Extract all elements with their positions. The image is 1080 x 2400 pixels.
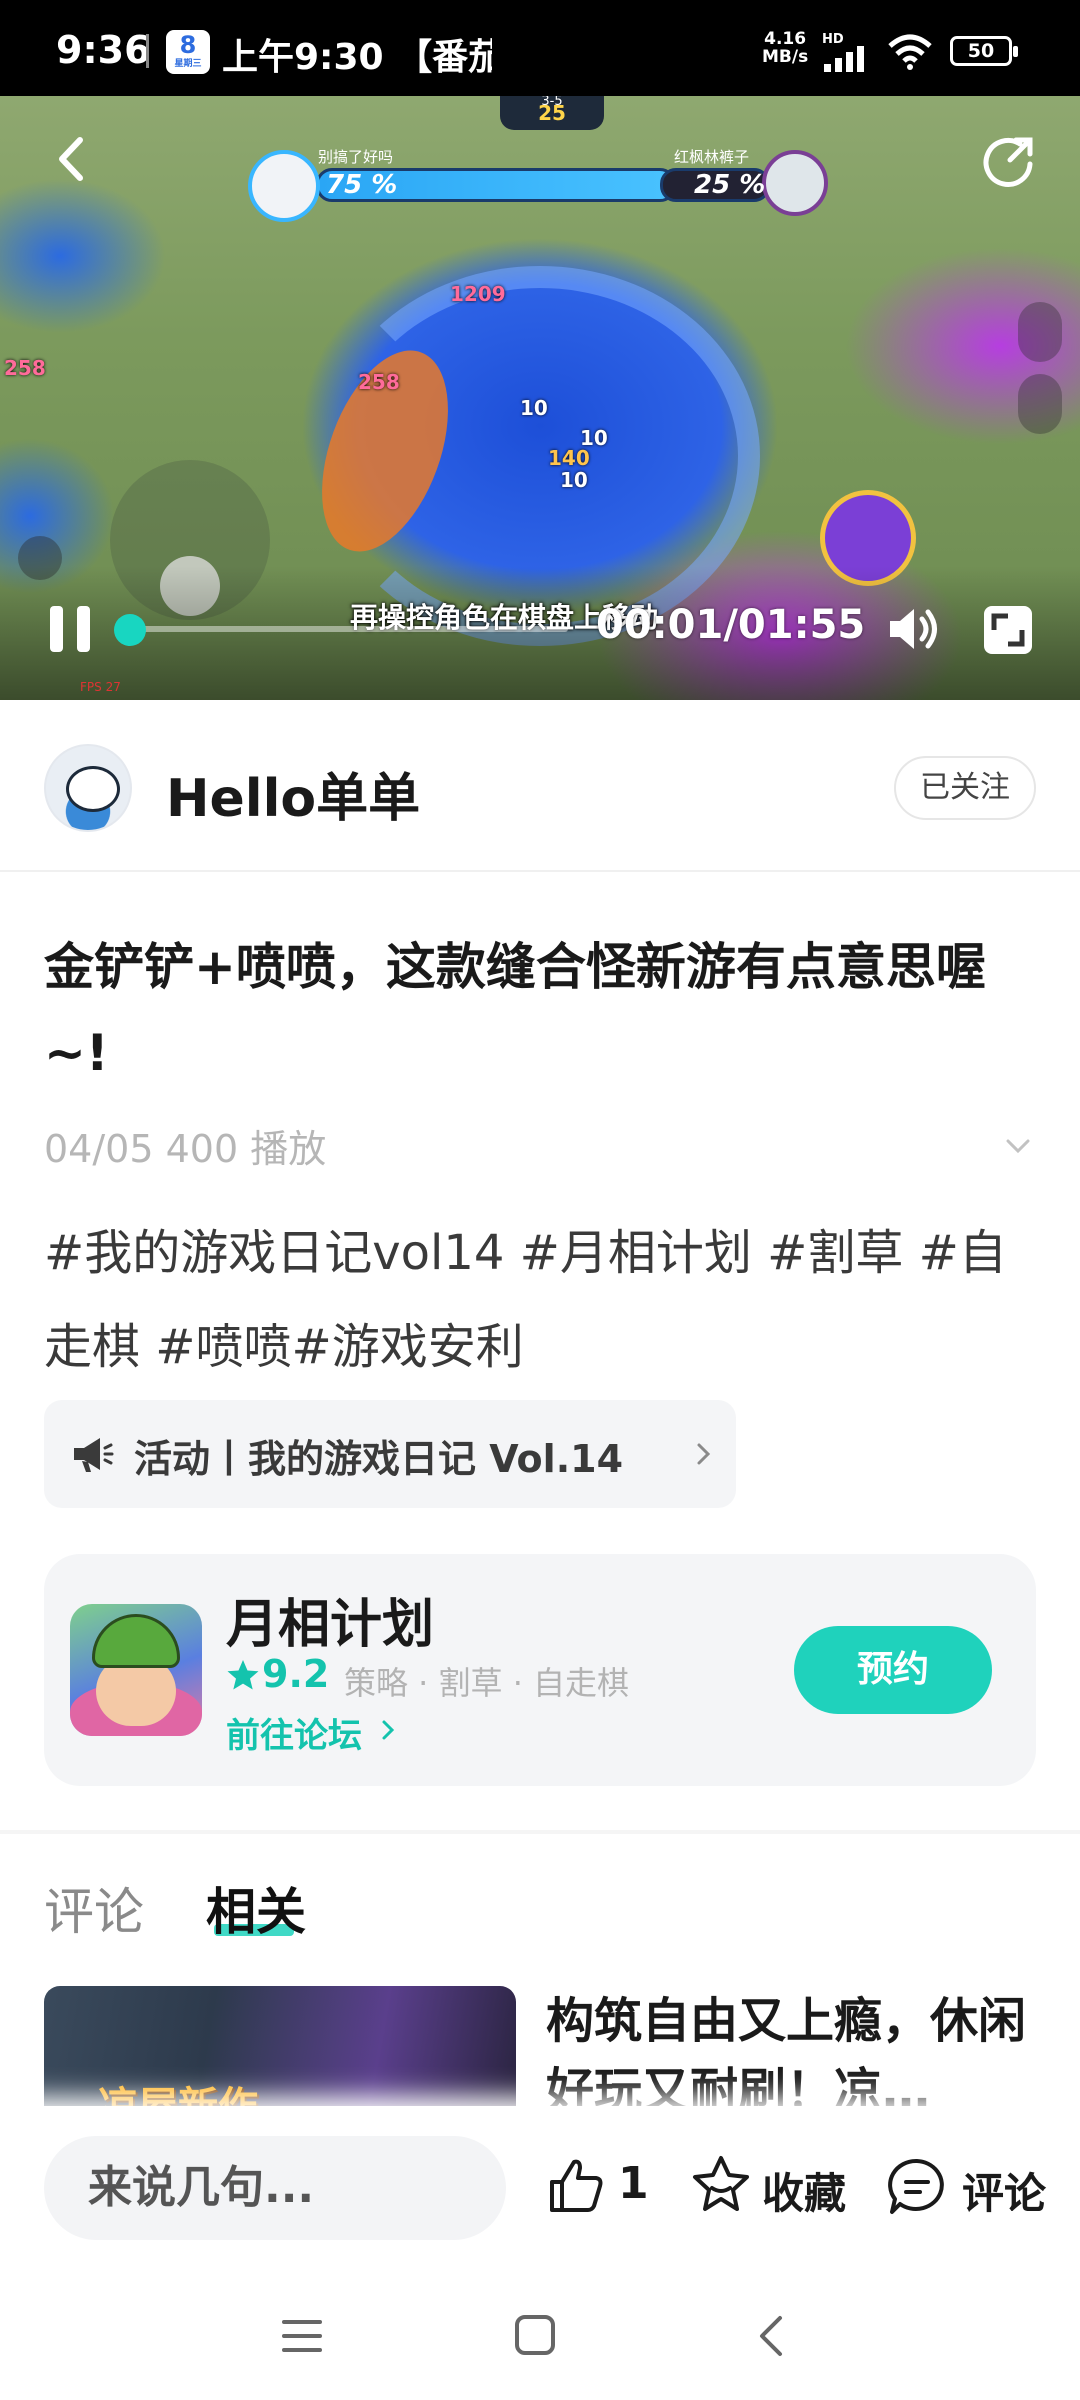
damage-number: 1209 bbox=[450, 282, 506, 306]
damage-number: 10 bbox=[560, 468, 588, 492]
game-icon[interactable] bbox=[70, 1604, 202, 1736]
activity-chip[interactable]: 活动丨我的游戏日记 Vol.14 bbox=[44, 1400, 736, 1508]
damage-number: 258 bbox=[4, 356, 46, 380]
volume-icon[interactable] bbox=[886, 604, 940, 654]
fullscreen-icon[interactable] bbox=[982, 604, 1034, 656]
wifi-icon bbox=[888, 34, 932, 70]
round-stage: 3-5 bbox=[541, 96, 563, 109]
hd-label: HD bbox=[822, 32, 844, 47]
post-meta: 04/05 400 播放 bbox=[44, 1127, 327, 1171]
chevron-right-icon bbox=[382, 1720, 395, 1740]
follow-button[interactable]: 已关注 bbox=[894, 756, 1036, 820]
star-outline-icon[interactable] bbox=[690, 2154, 752, 2216]
game-side-button bbox=[1018, 374, 1062, 434]
post-tags[interactable]: #我的游戏日记vol14 #月相计划 #割草 #自走棋 #喷喷#游戏安利 bbox=[44, 1206, 1044, 1394]
video-time: 00:01/01:55 bbox=[596, 602, 866, 648]
game-name[interactable]: 月相计划 bbox=[226, 1582, 434, 1657]
calendar-app-icon: 8 星期三 bbox=[166, 30, 210, 74]
damage-number: 10 bbox=[520, 396, 548, 420]
related-title[interactable]: 构筑自由又上瘾，休闲好玩又耐刷！凉… bbox=[546, 1986, 1026, 2116]
player-left-name: 别搞了好吗 bbox=[318, 148, 394, 166]
favorite-label[interactable]: 收藏 bbox=[762, 2160, 846, 2221]
game-rating: 9.2 bbox=[262, 1652, 330, 1696]
damage-number: 258 bbox=[358, 370, 400, 394]
author-row: Hello单单 已关注 bbox=[0, 700, 1080, 872]
megaphone-icon bbox=[74, 1438, 114, 1472]
status-notification: 上午9:30 【番茄 bbox=[222, 37, 492, 78]
screen: 9:36 8 星期三 上午9:30 【番茄 4.16 MB/s HD 50 25… bbox=[0, 0, 1080, 2400]
battery-icon: 50 bbox=[950, 36, 1018, 66]
star-icon bbox=[227, 1660, 259, 1690]
calendar-weekday: 星期三 bbox=[174, 59, 202, 69]
tab-comments[interactable]: 评论 bbox=[44, 1872, 144, 1944]
like-count[interactable]: 1 bbox=[618, 2158, 649, 2209]
section-divider bbox=[0, 1830, 1080, 1834]
action-bar: 来说几句... 1 收藏 评论 bbox=[0, 2106, 1080, 2274]
net-speed-value: 4.16 bbox=[764, 29, 807, 49]
comment-icon[interactable] bbox=[886, 2156, 948, 2218]
author-name[interactable]: Hello单单 bbox=[166, 756, 420, 831]
player-right-name: 红枫林裤子 bbox=[674, 148, 750, 166]
comment-input[interactable]: 来说几句... bbox=[44, 2136, 506, 2240]
activity-label: 活动丨我的游戏日记 Vol.14 bbox=[134, 1437, 624, 1481]
back-nav-icon[interactable] bbox=[750, 2312, 794, 2360]
video-player[interactable]: 25 3-5 别搞了好吗 红枫林裤子 75 % 25 % 1209 258 10… bbox=[0, 96, 1080, 700]
calendar-day: 8 bbox=[179, 31, 197, 59]
fps-readout: FPS 27 bbox=[80, 680, 121, 694]
author-avatar[interactable] bbox=[44, 744, 132, 832]
player-right-avatar bbox=[762, 150, 828, 216]
system-navigation-bar bbox=[0, 2274, 1080, 2400]
player-left-hp: 75 % bbox=[326, 170, 398, 200]
thumbs-up-icon[interactable] bbox=[546, 2156, 606, 2216]
post-title: 金铲铲+喷喷，这款缝合怪新游有点意思喔~! bbox=[44, 938, 986, 1082]
game-genres: 策略 · 割草 · 自走棋 bbox=[344, 1664, 630, 1702]
status-time: 9:36 bbox=[56, 28, 151, 72]
progress-track[interactable] bbox=[128, 626, 568, 632]
progress-thumb[interactable] bbox=[114, 614, 146, 646]
net-speed: 4.16 MB/s bbox=[762, 30, 808, 66]
game-side-button bbox=[1018, 302, 1062, 362]
player-left-avatar bbox=[248, 150, 320, 222]
game-icon-cap bbox=[92, 1614, 180, 1668]
status-divider bbox=[146, 34, 149, 68]
comment-label[interactable]: 评论 bbox=[962, 2160, 1046, 2221]
damage-number: 140 bbox=[548, 446, 590, 470]
forum-link[interactable]: 前往论坛 bbox=[226, 1708, 362, 1757]
signal-icon bbox=[824, 46, 864, 72]
game-card[interactable]: 月相计划 9.2 策略 · 割草 · 自走棋 前往论坛 预约 bbox=[44, 1554, 1036, 1786]
tab-related[interactable]: 相关 bbox=[206, 1872, 306, 1944]
menu-icon[interactable] bbox=[280, 2314, 324, 2358]
related-thumbnail[interactable]: 凉屋新作 bbox=[44, 1986, 516, 2116]
reserve-button[interactable]: 预约 bbox=[794, 1626, 992, 1714]
status-bar: 9:36 8 星期三 上午9:30 【番茄 4.16 MB/s HD 50 bbox=[0, 0, 1080, 96]
pause-icon[interactable] bbox=[44, 602, 98, 656]
home-icon[interactable] bbox=[512, 2312, 558, 2358]
chevron-down-icon[interactable] bbox=[1004, 1132, 1032, 1160]
share-icon[interactable] bbox=[980, 134, 1036, 190]
player-right-hp: 25 % bbox=[694, 170, 766, 200]
chevron-right-icon bbox=[697, 1443, 711, 1465]
net-speed-unit: MB/s bbox=[762, 47, 809, 67]
back-icon[interactable] bbox=[50, 136, 96, 182]
